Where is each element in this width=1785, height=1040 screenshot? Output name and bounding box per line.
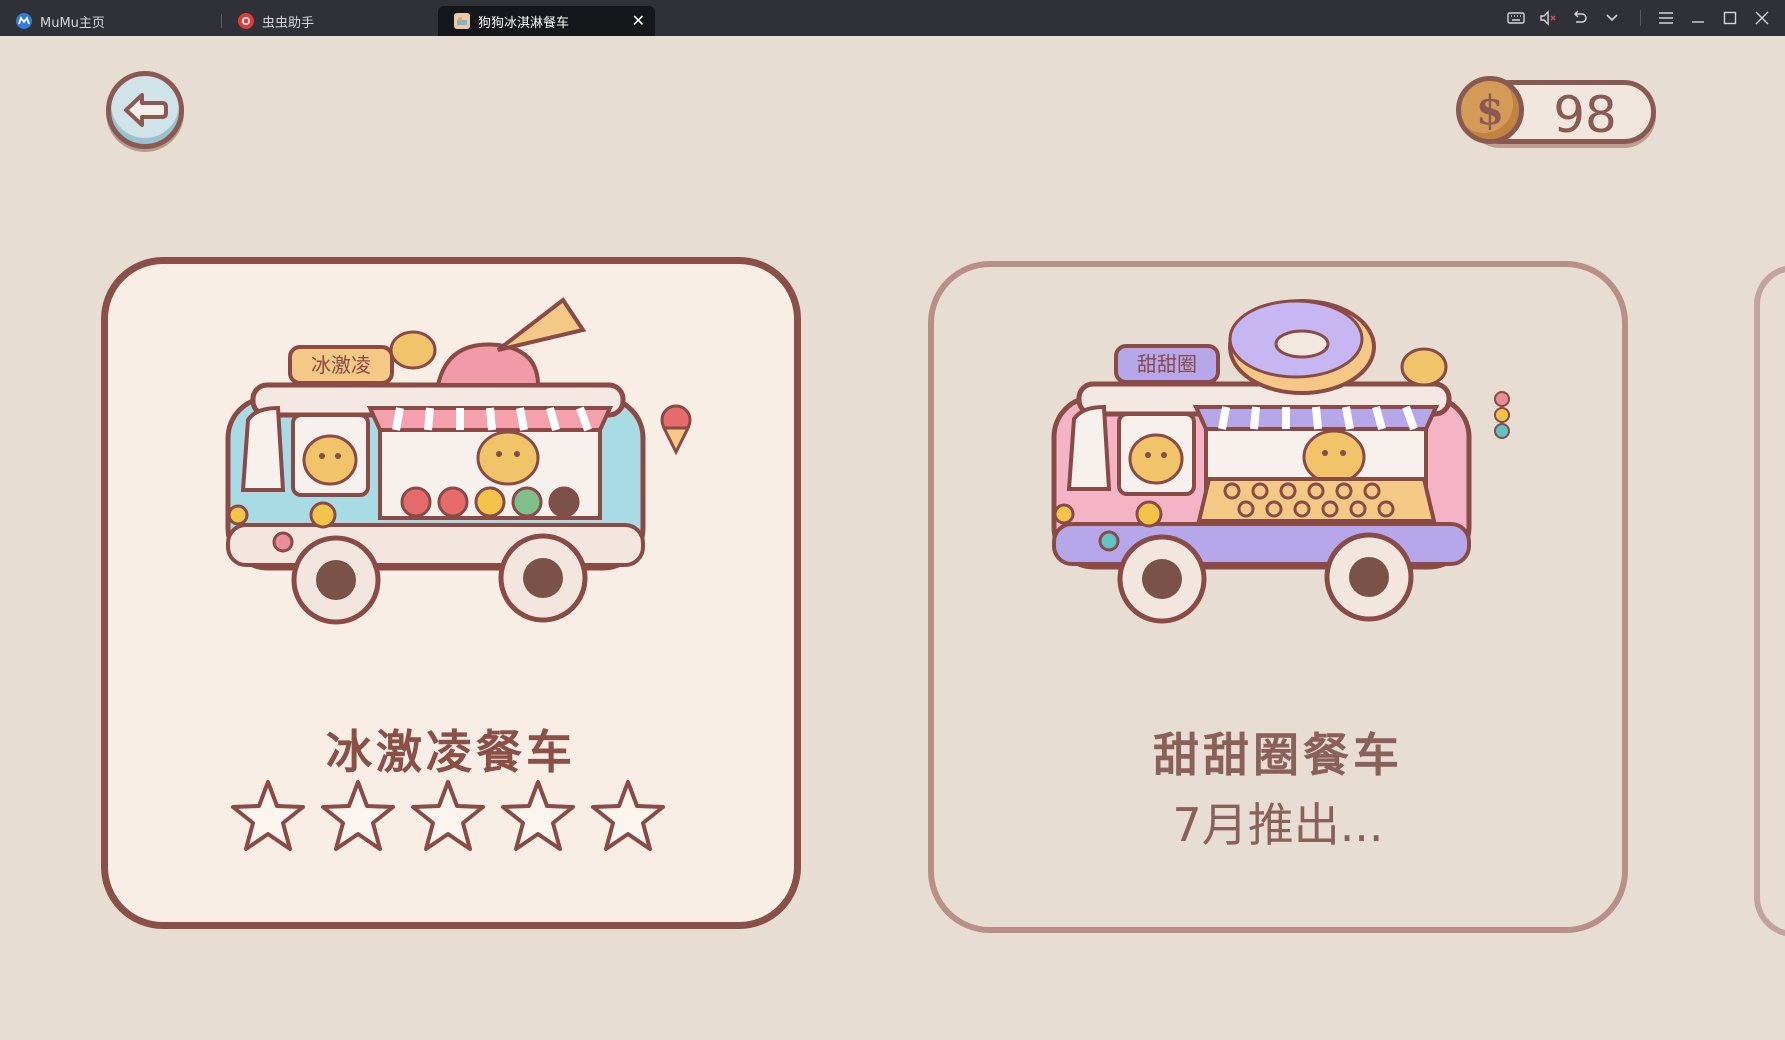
chongchong-logo-icon (238, 13, 254, 29)
tab-dog-icecream-truck[interactable]: 狗狗冰淇淋餐车 ✕ (438, 6, 655, 36)
mute-icon[interactable] (1533, 0, 1563, 36)
donut-truck-card[interactable]: 甜甜圈 甜甜圈餐车 7月推出... (928, 261, 1628, 933)
icecream-sign-text: 冰激凌 (311, 353, 371, 377)
star-icon (321, 780, 395, 851)
next-truck-card[interactable] (1754, 265, 1785, 937)
back-button[interactable] (106, 71, 184, 149)
coin-count: 98 (1553, 86, 1617, 144)
arrow-left-icon (124, 93, 168, 127)
star-icon (411, 780, 485, 851)
undo-icon[interactable] (1565, 0, 1595, 36)
star-icon (501, 780, 575, 851)
keyboard-icon[interactable] (1501, 0, 1531, 36)
card-title: 冰激凌餐车 (326, 725, 576, 779)
donut-truck-illustration: 甜甜圈 (1051, 299, 1510, 624)
tab-label: 虫虫助手 (262, 15, 315, 31)
icecream-truck-card[interactable]: 冰激凌 冰激凌餐车 (101, 257, 801, 929)
toolbar-separator (1640, 10, 1641, 26)
donut-sign-text: 甜甜圈 (1137, 352, 1197, 376)
tab-label: 狗狗冰淇淋餐车 (478, 15, 570, 31)
tab-mumu-home[interactable]: MuMu主页 (0, 6, 220, 36)
coming-soon-text: 7月推出... (1172, 798, 1384, 852)
mumu-logo-icon (16, 13, 32, 29)
menu-icon[interactable] (1651, 0, 1681, 36)
tab-chongchong-helper[interactable]: 虫虫助手 (222, 6, 437, 36)
close-tab-icon[interactable]: ✕ (632, 11, 645, 30)
close-window-icon[interactable] (1747, 0, 1777, 36)
maximize-icon[interactable] (1715, 0, 1745, 36)
star-icon (231, 780, 305, 851)
game-thumbnail-icon (454, 13, 470, 29)
card-title: 甜甜圈餐车 (1153, 728, 1403, 782)
game-screen: $ 98 冰激凌 冰激凌餐车 甜甜圈 甜甜圈餐车 7月推出... (0, 36, 1785, 1040)
dollar-sign: $ (1476, 86, 1504, 134)
minimize-icon[interactable] (1683, 0, 1713, 36)
star-rating (228, 776, 668, 856)
icecream-truck-illustration: 冰激凌 (225, 297, 692, 625)
tab-label: MuMu主页 (40, 15, 105, 31)
chevron-down-icon[interactable] (1597, 0, 1627, 36)
coin-icon: $ (1456, 76, 1524, 144)
window-title-bar: MuMu主页 虫虫助手 狗狗冰淇淋餐车 ✕ (0, 0, 1785, 36)
star-icon (591, 780, 665, 851)
